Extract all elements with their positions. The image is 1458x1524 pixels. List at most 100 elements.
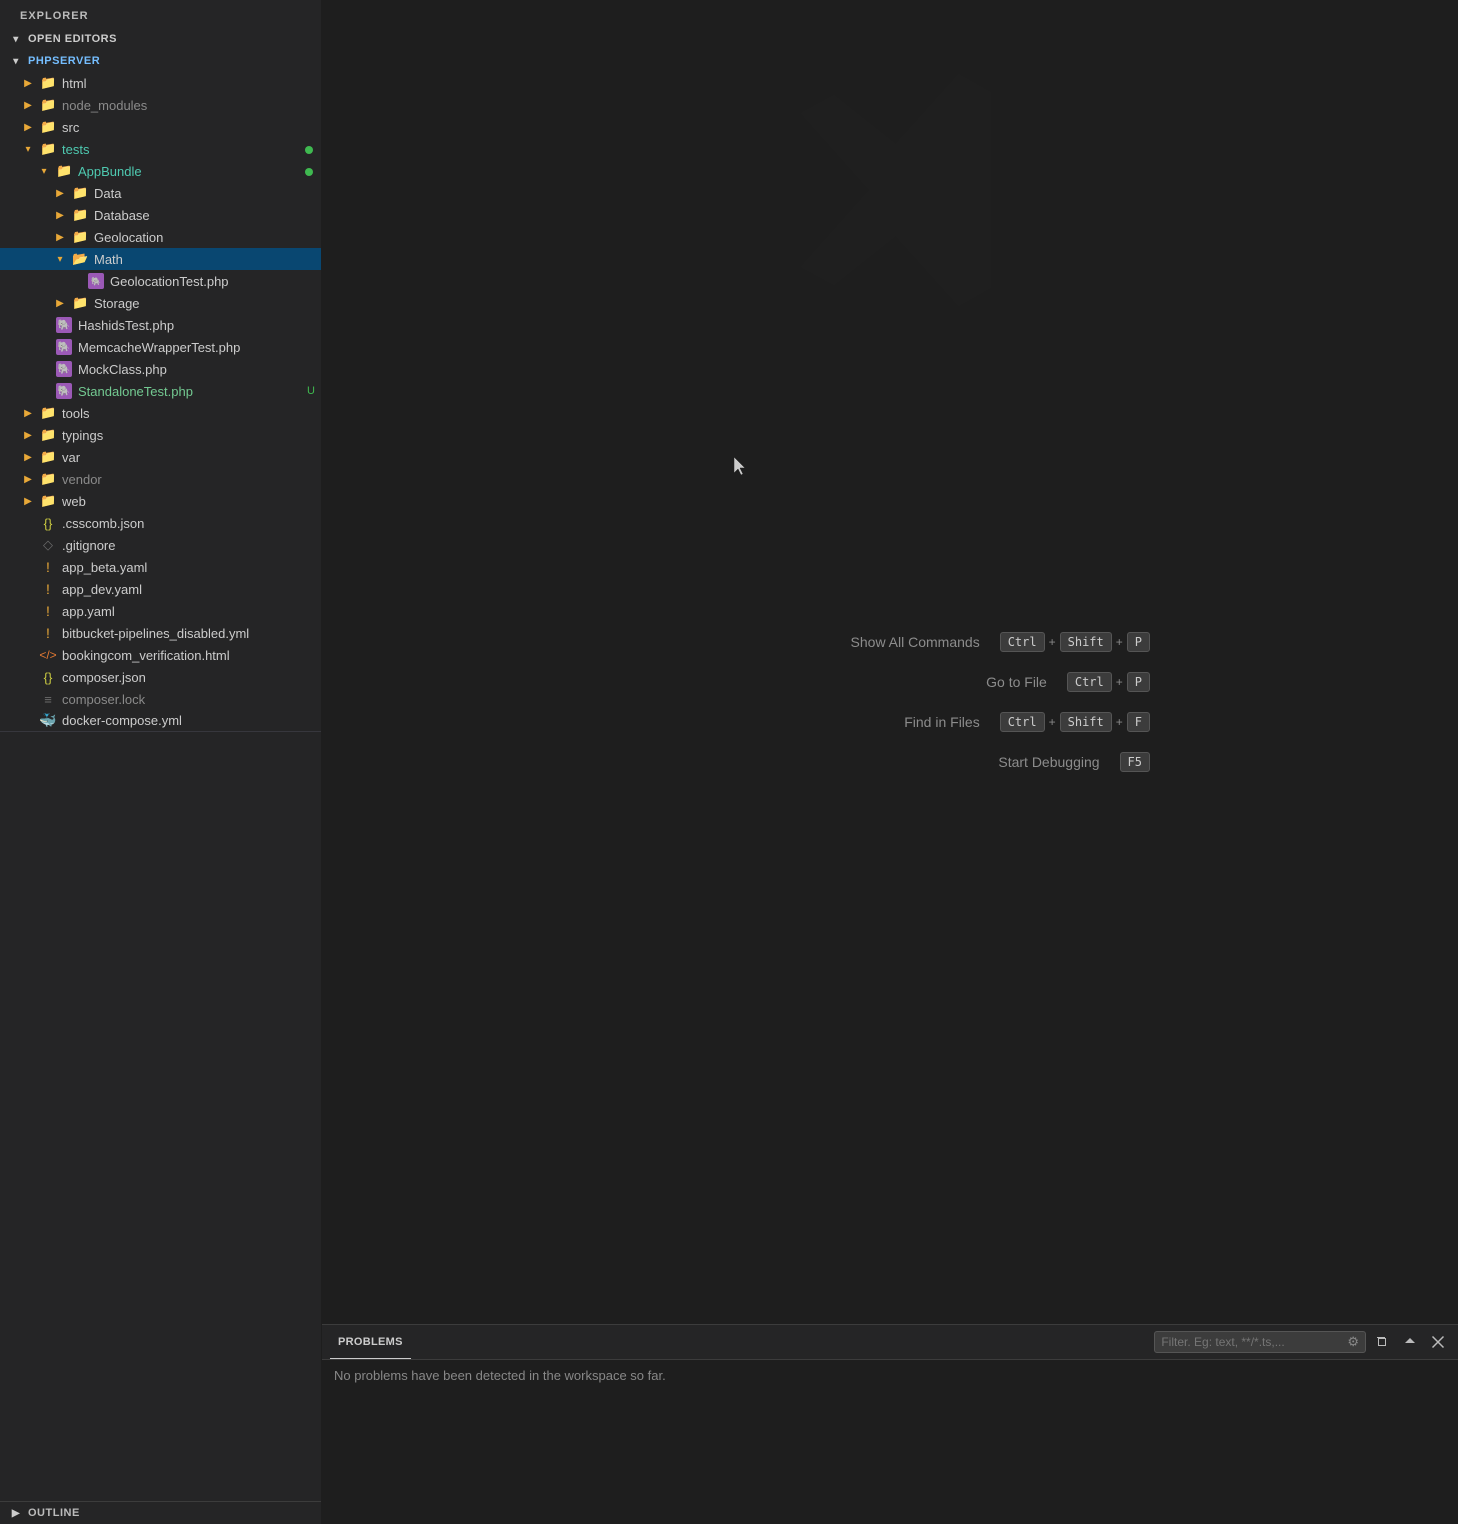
start-debugging-label: Start Debugging bbox=[630, 754, 1100, 770]
tree-item-app-dev[interactable]: ! app_dev.yaml bbox=[0, 578, 321, 600]
cursor-indicator bbox=[732, 455, 746, 480]
tree-item-database[interactable]: ▶ 📁 Database bbox=[0, 204, 321, 226]
html-label: html bbox=[62, 76, 321, 91]
math-icon: 📂 bbox=[72, 251, 88, 267]
composer-json-icon: {} bbox=[40, 669, 56, 685]
mockclass-label: MockClass.php bbox=[78, 362, 321, 377]
appbundle-icon: 📁 bbox=[56, 163, 72, 179]
open-editors-section[interactable]: ▾ OPEN EDITORS bbox=[0, 28, 321, 50]
shortcut-find-in-files: Find in Files Ctrl + Shift + F bbox=[630, 712, 1150, 732]
tests-label: tests bbox=[62, 142, 305, 157]
tree-item-storage[interactable]: ▶ 📁 Storage bbox=[0, 292, 321, 314]
vscode-logo bbox=[750, 50, 1030, 333]
tree-item-typings[interactable]: ▶ 📁 typings bbox=[0, 424, 321, 446]
explorer-title: EXPLORER bbox=[0, 0, 321, 28]
tree-item-docker[interactable]: 🐳 docker-compose.yml bbox=[0, 710, 321, 732]
database-icon: 📁 bbox=[72, 207, 88, 223]
outline-chevron: ▶ bbox=[8, 1505, 24, 1521]
math-label: Math bbox=[94, 252, 321, 267]
web-chevron: ▶ bbox=[20, 493, 36, 509]
show-all-commands-keys: Ctrl + Shift + P bbox=[1000, 632, 1150, 652]
tree-item-web[interactable]: ▶ 📁 web bbox=[0, 490, 321, 512]
node-modules-label: node_modules bbox=[62, 98, 321, 113]
tree-item-app-beta[interactable]: ! app_beta.yaml bbox=[0, 556, 321, 578]
geolocation-test-php-icon: 🐘 bbox=[88, 273, 104, 289]
tests-chevron: ▾ bbox=[20, 141, 36, 157]
tree-item-app-yaml[interactable]: ! app.yaml bbox=[0, 600, 321, 622]
var-chevron: ▶ bbox=[20, 449, 36, 465]
problems-panel: PROBLEMS ⚙ bbox=[322, 1324, 1458, 1524]
storage-chevron: ▶ bbox=[52, 295, 68, 311]
var-label: var bbox=[62, 450, 321, 465]
tree-item-bookingcom[interactable]: </> bookingcom_verification.html bbox=[0, 644, 321, 666]
tree-item-tests[interactable]: ▾ 📁 tests bbox=[0, 138, 321, 160]
standalone-label: StandaloneTest.php bbox=[78, 384, 307, 399]
tree-item-csscomb[interactable]: {} .csscomb.json bbox=[0, 512, 321, 534]
hashids-php-icon: 🐘 bbox=[56, 317, 72, 333]
tree-item-tools[interactable]: ▶ 📁 tools bbox=[0, 402, 321, 424]
geolocation-icon: 📁 bbox=[72, 229, 88, 245]
tree-item-memcache[interactable]: 🐘 MemcacheWrapperTest.php bbox=[0, 336, 321, 358]
tree-item-gitignore[interactable]: ◇ .gitignore bbox=[0, 534, 321, 556]
tree-item-node-modules[interactable]: ▶ 📁 node_modules bbox=[0, 94, 321, 116]
key-ctrl-2: Ctrl bbox=[1067, 672, 1112, 692]
sidebar: EXPLORER ▾ OPEN EDITORS ▾ PHPSERVER ▶ 📁 … bbox=[0, 0, 322, 1524]
tree-item-bitbucket[interactable]: ! bitbucket-pipelines_disabled.yml bbox=[0, 622, 321, 644]
bitbucket-label: bitbucket-pipelines_disabled.yml bbox=[62, 626, 321, 641]
phpserver-label: PHPSERVER bbox=[28, 55, 100, 67]
app-dev-label: app_dev.yaml bbox=[62, 582, 321, 597]
tree-item-src[interactable]: ▶ 📁 src bbox=[0, 116, 321, 138]
database-label: Database bbox=[94, 208, 321, 223]
tree-item-composer-lock[interactable]: ≡ composer.lock bbox=[0, 688, 321, 710]
docker-label: docker-compose.yml bbox=[62, 713, 321, 728]
tab-problems[interactable]: PROBLEMS bbox=[330, 1325, 411, 1359]
close-panel-button[interactable] bbox=[1426, 1330, 1450, 1354]
tree-item-math[interactable]: ▾ 📂 Math bbox=[0, 248, 321, 270]
bookingcom-label: bookingcom_verification.html bbox=[62, 648, 321, 663]
key-ctrl-1: Ctrl bbox=[1000, 632, 1045, 652]
src-icon: 📁 bbox=[40, 119, 56, 135]
node-modules-icon: 📁 bbox=[40, 97, 56, 113]
tree-item-html[interactable]: ▶ 📁 html bbox=[0, 72, 321, 94]
html-folder-chevron: ▶ bbox=[20, 75, 36, 91]
tree-item-vendor[interactable]: ▶ 📁 vendor bbox=[0, 468, 321, 490]
tree-item-var[interactable]: ▶ 📁 var bbox=[0, 446, 321, 468]
tree-item-hashids[interactable]: 🐘 HashidsTest.php bbox=[0, 314, 321, 336]
composer-lock-label: composer.lock bbox=[62, 692, 321, 707]
tree-item-standalone[interactable]: 🐘 StandaloneTest.php U bbox=[0, 380, 321, 402]
filter-input[interactable] bbox=[1161, 1335, 1341, 1349]
key-p-2: P bbox=[1127, 672, 1150, 692]
tree-item-geolocation[interactable]: ▶ 📁 Geolocation bbox=[0, 226, 321, 248]
web-icon: 📁 bbox=[40, 493, 56, 509]
bookingcom-html-icon: </> bbox=[40, 647, 56, 663]
editor-area: Show All Commands Ctrl + Shift + P Go to… bbox=[322, 0, 1458, 1324]
phpserver-section[interactable]: ▾ PHPSERVER bbox=[0, 50, 321, 72]
find-in-files-label: Find in Files bbox=[630, 714, 980, 730]
memcache-label: MemcacheWrapperTest.php bbox=[78, 340, 321, 355]
key-f: F bbox=[1127, 712, 1150, 732]
copy-button[interactable] bbox=[1370, 1330, 1394, 1354]
welcome-content: Show All Commands Ctrl + Shift + P Go to… bbox=[630, 632, 1150, 772]
tree-item-geolocation-test[interactable]: 🐘 GeolocationTest.php bbox=[0, 270, 321, 292]
open-editors-chevron: ▾ bbox=[8, 31, 24, 47]
outline-section[interactable]: ▶ OUTLINE bbox=[0, 1501, 321, 1524]
tools-chevron: ▶ bbox=[20, 405, 36, 421]
tree-item-appbundle[interactable]: ▾ 📁 AppBundle bbox=[0, 160, 321, 182]
vendor-label: vendor bbox=[62, 472, 321, 487]
appbundle-chevron: ▾ bbox=[36, 163, 52, 179]
geolocation-label: Geolocation bbox=[94, 230, 321, 245]
src-chevron: ▶ bbox=[20, 119, 36, 135]
tree-item-mockclass[interactable]: 🐘 MockClass.php bbox=[0, 358, 321, 380]
src-label: src bbox=[62, 120, 321, 135]
csscomb-json-icon: {} bbox=[40, 515, 56, 531]
math-chevron: ▾ bbox=[52, 251, 68, 267]
data-chevron: ▶ bbox=[52, 185, 68, 201]
bitbucket-yaml-icon: ! bbox=[40, 625, 56, 641]
tree-item-data[interactable]: ▶ 📁 Data bbox=[0, 182, 321, 204]
tree-item-composer-json[interactable]: {} composer.json bbox=[0, 666, 321, 688]
navigate-up-button[interactable] bbox=[1398, 1330, 1422, 1354]
filter-input-container[interactable]: ⚙ bbox=[1154, 1331, 1366, 1353]
standalone-modified-badge: U bbox=[307, 385, 315, 397]
shortcut-start-debugging: Start Debugging F5 bbox=[630, 752, 1150, 772]
appbundle-dot bbox=[305, 164, 313, 179]
